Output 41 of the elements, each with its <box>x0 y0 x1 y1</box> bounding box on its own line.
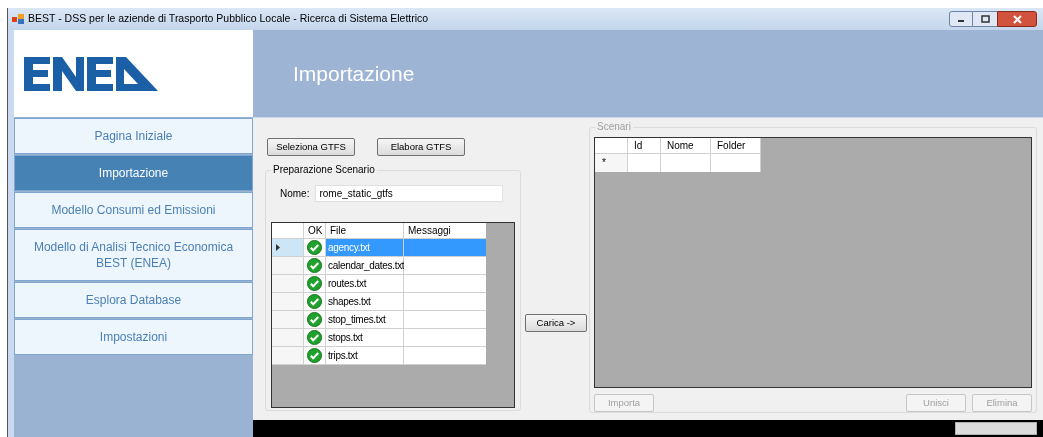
minimize-button[interactable] <box>949 11 973 27</box>
header-cell <box>272 223 304 239</box>
close-icon <box>1012 14 1022 24</box>
table-cell: stop_times.txt <box>326 311 404 329</box>
toolbar-button[interactable]: Seleziona GTFS <box>267 138 355 156</box>
column-header: File <box>326 223 404 239</box>
table-cell: stops.txt <box>326 329 404 347</box>
column-header: Folder <box>711 138 761 154</box>
load-button[interactable]: Carica -> <box>525 314 587 332</box>
table-cell: calendar_dates.txt <box>326 257 404 275</box>
table-cell: shapes.txt <box>326 293 404 311</box>
check-icon <box>307 240 322 255</box>
column-header: OK <box>304 223 326 239</box>
name-field[interactable]: rome_static_gtfs <box>315 185 504 202</box>
column-header: Id <box>628 138 661 154</box>
sidebar-item[interactable]: Pagina Iniziale <box>14 118 253 154</box>
table-cell: trips.txt <box>326 347 404 365</box>
sidebar-item[interactable]: Importazione <box>14 155 253 191</box>
sidebar-item[interactable]: Esplora Database <box>14 282 253 318</box>
page-title: Importazione <box>293 60 415 87</box>
table-cell: agency.txt <box>326 239 404 257</box>
group-title: Preparazione Scenario <box>271 164 377 176</box>
table-cell <box>661 154 711 172</box>
app-icon <box>12 14 24 24</box>
column-header: Messaggi <box>404 223 486 239</box>
sidebar-item[interactable]: Modello di Analisi Tecnico Economica BEST (ENEA) <box>14 229 253 281</box>
column-header: Nome <box>661 138 711 154</box>
close-button[interactable] <box>997 11 1037 27</box>
toolbar-button[interactable]: Elabora GTFS <box>377 138 465 156</box>
row-header[interactable] <box>272 239 304 257</box>
window-title: BEST - DSS per le aziende di Trasporto Pubblico Locale - Ricerca di Sistema Elettrico <box>28 11 429 27</box>
maximize-icon <box>980 15 990 23</box>
table-cell <box>711 154 761 172</box>
new-row-marker: * <box>602 158 606 168</box>
name-label: Nome: <box>280 187 310 201</box>
sidebar-item[interactable]: Modello Consumi ed Emissioni <box>14 192 253 228</box>
table-cell: routes.txt <box>326 275 404 293</box>
row-pointer-icon <box>276 244 280 251</box>
group-title: Scenari <box>595 121 633 133</box>
maximize-button[interactable] <box>973 11 997 27</box>
sidebar-item[interactable]: Impostazioni <box>14 319 253 355</box>
